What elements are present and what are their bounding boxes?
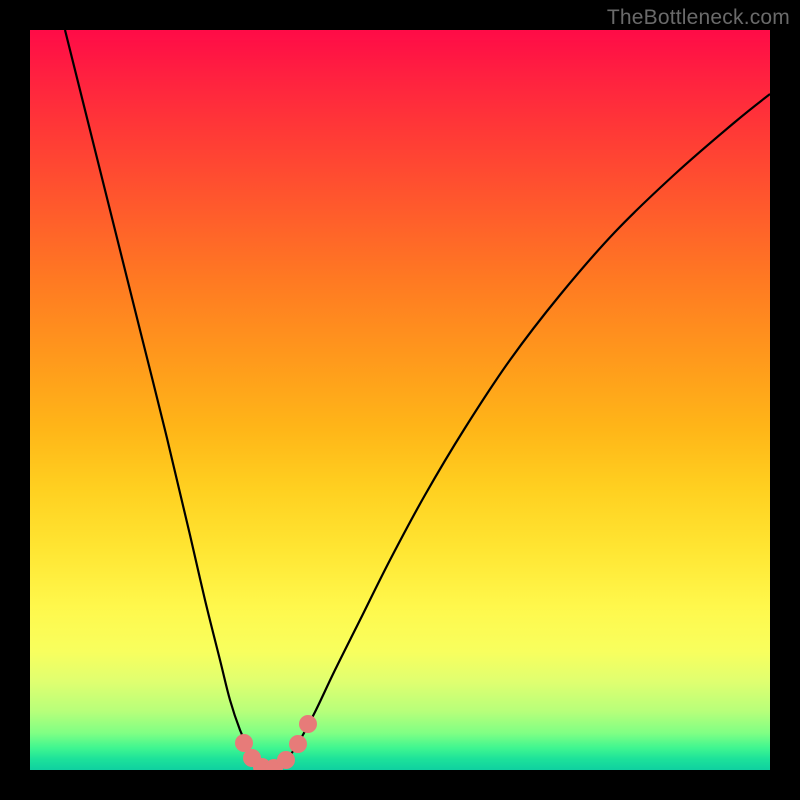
trough-markers [235, 715, 317, 770]
bottleneck-curve [30, 30, 770, 770]
watermark-text: TheBottleneck.com [607, 6, 790, 30]
trough-marker [289, 735, 307, 753]
trough-marker [299, 715, 317, 733]
curve-right [270, 94, 770, 770]
trough-marker [277, 751, 295, 769]
plot-area [30, 30, 770, 770]
chart-frame: TheBottleneck.com [0, 0, 800, 800]
curve-left [65, 30, 270, 770]
